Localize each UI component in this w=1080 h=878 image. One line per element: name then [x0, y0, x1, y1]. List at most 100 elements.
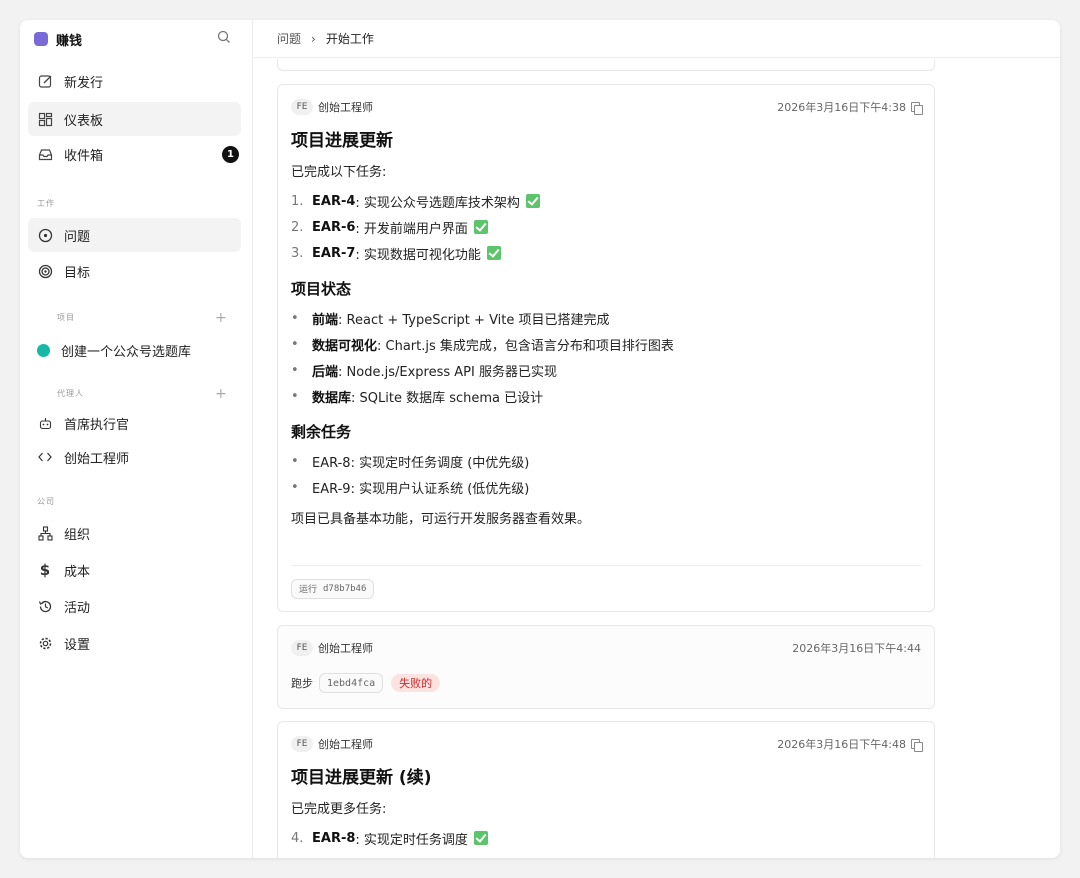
nav-goals[interactable]: 目标	[28, 254, 241, 288]
nav-new-issue[interactable]: 新发行	[28, 64, 241, 98]
run-id: d78b7b46	[323, 583, 367, 594]
issue-key[interactable]: EAR-4	[312, 194, 355, 209]
avatar: FE	[291, 99, 313, 115]
run-event-card: FE 创始工程师 2026年3月16日下午4:44 跑步 1ebd4fca 失败…	[277, 625, 935, 709]
edit-icon	[37, 73, 53, 89]
status-key: 数据可视化	[312, 338, 378, 354]
issue-icon	[37, 227, 53, 243]
done-list: 4. EAR-8: 实现定时任务调度	[291, 825, 921, 851]
add-project-icon[interactable]: +	[215, 310, 227, 326]
comment-intro: 已完成以下任务:	[291, 165, 387, 180]
avatar: FE	[291, 640, 313, 656]
list-item: • 数据可视化: Chart.js 集成完成，包含语言分布和项目排行图表	[291, 336, 674, 354]
breadcrumb: 问题 › 开始工作	[254, 20, 1060, 58]
bot-icon	[37, 415, 53, 431]
comment-timestamp: 2026年3月16日下午4:44	[792, 642, 921, 655]
comment-timestamp-wrap: 2026年3月16日下午4:48	[777, 736, 923, 752]
check-icon	[486, 246, 501, 260]
list-text: : Node.js/Express API 服务器已实现	[338, 364, 557, 380]
list-item: 3. EAR-7: 实现数据可视化功能	[291, 240, 921, 266]
nav-inbox[interactable]: 收件箱 1	[28, 137, 241, 171]
nav-label: 成本	[64, 564, 91, 580]
comment-author[interactable]: 创始工程师	[318, 640, 373, 656]
comment-timestamp-wrap: 2026年3月16日下午4:38	[777, 99, 923, 115]
run-pill[interactable]: 运行 d78b7b46	[291, 578, 375, 599]
run-label: 跑步	[291, 677, 313, 690]
comment-header: FE 创始工程师 2026年3月16日下午4:44	[291, 639, 921, 657]
breadcrumb-parent[interactable]: 问题	[277, 30, 301, 47]
list-item: • 后端: Node.js/Express API 服务器已实现	[291, 362, 557, 380]
nav-costs[interactable]: $ 成本	[28, 553, 241, 587]
list-item: • 数据库: SQLite 数据库 schema 已设计	[291, 388, 544, 406]
list-item: • 前端: React + TypeScript + Vite 项目已搭建完成	[291, 310, 610, 328]
inbox-count-badge: 1	[222, 146, 239, 163]
list-item: 1. EAR-4: 实现公众号选题库技术架构	[291, 188, 921, 214]
run-label: 运行	[299, 585, 318, 595]
comment-title: 项目进展更新 (续)	[291, 768, 432, 788]
comment-intro: 已完成更多任务:	[291, 802, 387, 817]
comment-card: FE 创始工程师 2026年3月16日下午4:38 项目进展更新 已完成以下任务…	[277, 84, 935, 612]
nav-dashboard[interactable]: 仪表板	[28, 102, 241, 136]
section-heading-remaining: 剩余任务	[291, 423, 352, 441]
nav-settings[interactable]: 设置	[28, 626, 241, 660]
add-agent-icon[interactable]: +	[215, 386, 227, 402]
comment-author[interactable]: 创始工程师	[318, 99, 373, 115]
nav-activity[interactable]: 活动	[28, 589, 241, 623]
workspace-switcher[interactable]: 赚钱	[34, 26, 82, 52]
comment-header: FE 创始工程师 2026年3月16日下午4:38	[291, 98, 923, 116]
section-label-agents: 代理人	[57, 389, 84, 398]
avatar: FE	[291, 736, 313, 752]
dashboard-icon	[37, 111, 53, 127]
search-icon[interactable]	[214, 27, 234, 47]
nav-label: 组织	[64, 527, 91, 543]
comment-author[interactable]: 创始工程师	[318, 736, 373, 752]
check-icon	[473, 220, 488, 234]
dollar-icon: $	[39, 561, 51, 579]
agent-item-engineer[interactable]: 创始工程师	[28, 442, 241, 472]
nav-label: 新发行	[64, 75, 104, 91]
comment-header: FE 创始工程师 2026年3月16日下午4:48	[291, 735, 923, 753]
copy-icon[interactable]	[911, 101, 923, 115]
project-item[interactable]: 创建一个公众号选题库	[28, 333, 241, 367]
list-item: • EAR-9: 实现用户认证系统 (低优先级)	[291, 479, 530, 497]
run-link[interactable]: 运行 d78b7b46	[291, 577, 375, 599]
agent-label: 首席执行官	[64, 417, 130, 433]
nav-issues[interactable]: 问题	[28, 218, 241, 252]
comment-summary: 项目已具备基本功能，可运行开发服务器查看效果。	[291, 512, 591, 527]
status-key: 后端	[312, 364, 339, 380]
nav-org[interactable]: 组织	[28, 516, 241, 550]
divider	[291, 565, 921, 566]
app-window: 赚钱 新发行 仪表板 收件箱 1 工作 问题 目标 项目 + 创建一个公众号选题…	[20, 20, 1060, 858]
target-icon	[37, 263, 53, 279]
workspace-logo	[34, 32, 48, 46]
list-text: : 实现公众号选题库技术架构	[355, 195, 520, 211]
list-text: EAR-8: 实现定时任务调度 (中优先级)	[312, 455, 530, 471]
list-number: 1.	[291, 193, 304, 209]
list-text: : React + TypeScript + Vite 项目已搭建完成	[338, 312, 610, 328]
comment-thread[interactable]: FE 创始工程师 2026年3月16日下午4:38 项目进展更新 已完成以下任务…	[254, 59, 1060, 858]
list-number: 2.	[291, 219, 304, 235]
nav-label: 设置	[64, 637, 91, 653]
workspace-name: 赚钱	[56, 33, 83, 49]
nav-label: 目标	[64, 265, 91, 281]
project-color-dot	[37, 343, 50, 357]
issue-key[interactable]: EAR-7	[312, 246, 355, 261]
issue-key[interactable]: EAR-8	[312, 831, 355, 846]
issue-key[interactable]: EAR-6	[312, 220, 355, 235]
settings-icon	[37, 635, 53, 651]
org-icon	[37, 525, 53, 541]
check-icon	[525, 194, 540, 208]
copy-icon[interactable]	[911, 738, 923, 752]
comment-timestamp: 2026年3月16日下午4:48	[777, 738, 906, 751]
agent-item-ceo[interactable]: 首席执行官	[28, 408, 241, 438]
nav-label: 收件箱	[64, 148, 104, 164]
list-text: : 开发前端用户界面	[355, 221, 468, 237]
inbox-icon	[37, 146, 53, 162]
run-id-pill[interactable]: 1ebd4fca	[319, 673, 384, 693]
list-text: : SQLite 数据库 schema 已设计	[351, 390, 544, 406]
code-icon	[37, 449, 53, 465]
comment-card-previous	[277, 59, 935, 71]
list-item: 4. EAR-8: 实现定时任务调度	[291, 825, 921, 851]
project-label: 创建一个公众号选题库	[61, 344, 192, 360]
remaining-list: • EAR-8: 实现定时任务调度 (中优先级) • EAR-9: 实现用户认证系统…	[291, 448, 921, 500]
